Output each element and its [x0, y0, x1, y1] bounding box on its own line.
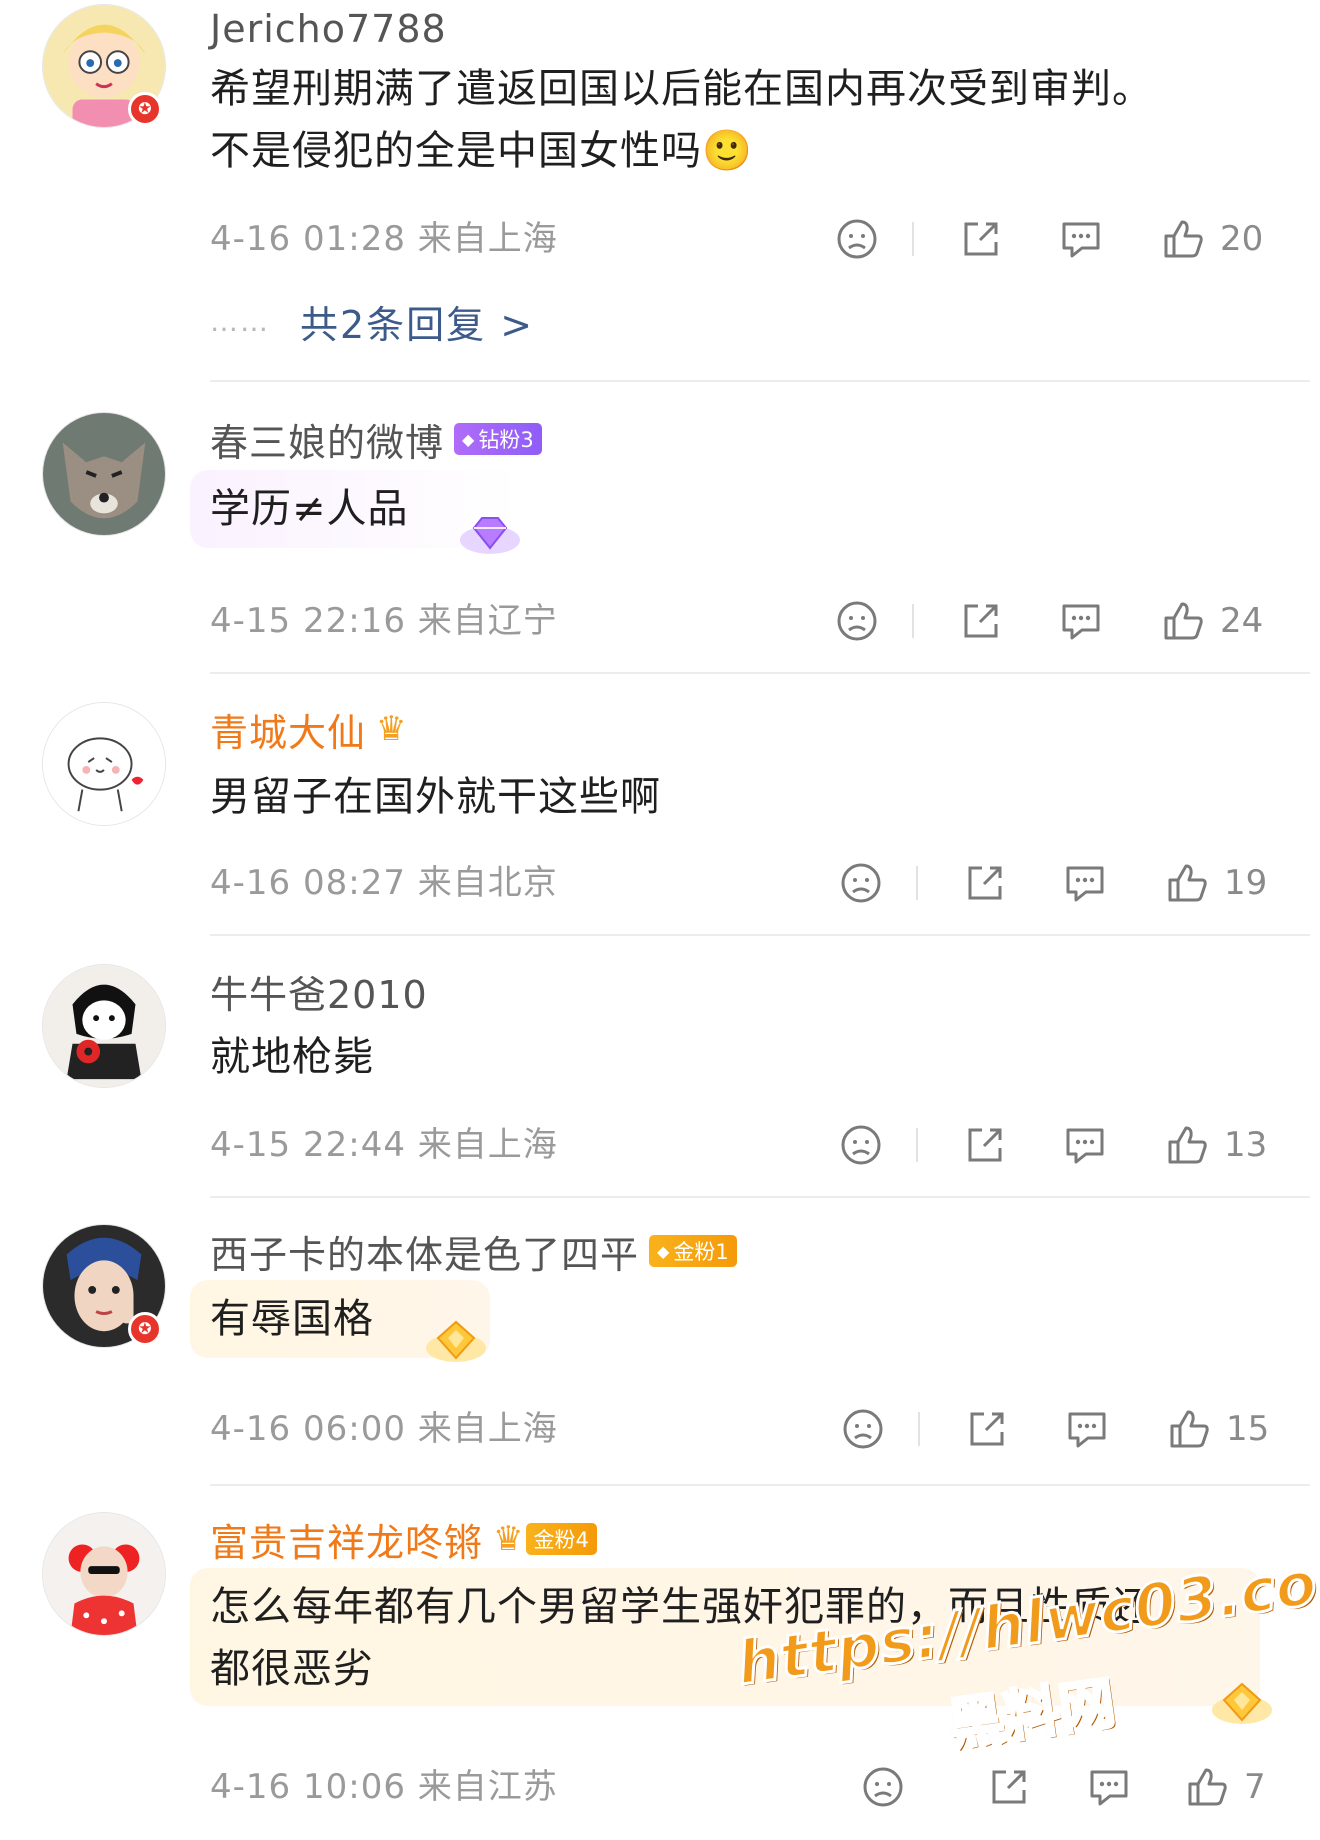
divider	[210, 934, 1310, 936]
dislike-icon[interactable]	[834, 216, 880, 262]
like-icon[interactable]	[1184, 1764, 1230, 1810]
like-count: 15	[1226, 1409, 1270, 1449]
avatar[interactable]	[42, 1512, 166, 1636]
comment-text-line: 不是侵犯的全是中国女性吗🙂	[210, 128, 753, 174]
avatar[interactable]	[42, 702, 166, 826]
avatar[interactable]	[42, 964, 166, 1088]
share-icon[interactable]	[962, 1122, 1008, 1168]
like-count: 20	[1220, 219, 1264, 259]
verified-badge-icon: ✪	[128, 92, 162, 126]
fan-badge: ◆ 钻粉3	[454, 423, 542, 455]
divider	[912, 222, 914, 256]
username[interactable]: 牛牛爸2010	[210, 964, 428, 1019]
diamond-decoration-icon	[460, 517, 520, 554]
comment-meta: 4-15 22:16 来自辽宁	[210, 601, 558, 641]
dislike-icon[interactable]	[838, 860, 884, 906]
replies-dots: ……	[210, 304, 270, 338]
dislike-icon[interactable]	[840, 1406, 886, 1452]
fan-badge-label: 金粉4	[533, 1528, 589, 1552]
divider	[912, 604, 914, 638]
reply-icon[interactable]	[1058, 598, 1104, 644]
diamond-icon: ◆	[462, 429, 475, 449]
fan-badge-label: 钻粉3	[478, 428, 534, 452]
like-count: 19	[1224, 863, 1268, 903]
reply-icon[interactable]	[1058, 216, 1104, 262]
username[interactable]: 春三娘的微博	[210, 412, 444, 467]
comment-meta: 4-15 22:44 来自上海	[210, 1125, 558, 1165]
reply-icon[interactable]	[1062, 860, 1108, 906]
avatar[interactable]	[42, 412, 166, 536]
like-icon[interactable]	[1160, 598, 1206, 644]
share-icon[interactable]	[964, 1406, 1010, 1452]
like-icon[interactable]	[1160, 216, 1206, 262]
reply-icon[interactable]	[1064, 1406, 1110, 1452]
dislike-icon[interactable]	[834, 598, 880, 644]
like-count: 7	[1244, 1767, 1266, 1807]
fan-badge: 金粉4	[525, 1523, 597, 1555]
gold-diamond-icon: ◆	[657, 1241, 670, 1261]
divider	[210, 1484, 1310, 1486]
like-icon[interactable]	[1166, 1406, 1212, 1452]
dislike-icon[interactable]	[838, 1122, 884, 1168]
comment-meta: 4-16 06:00 来自上海	[210, 1409, 558, 1449]
comment-meta: 4-16 01:28 来自上海	[210, 219, 558, 259]
share-icon[interactable]	[962, 860, 1008, 906]
like-count: 24	[1220, 601, 1264, 641]
username[interactable]: 西子卡的本体是色了四平	[210, 1224, 639, 1279]
share-icon[interactable]	[958, 216, 1004, 262]
like-count: 13	[1224, 1125, 1268, 1165]
verified-badge-icon: ✪	[128, 1312, 162, 1346]
share-icon[interactable]	[958, 598, 1004, 644]
like-icon[interactable]	[1164, 860, 1210, 906]
comment-text-line: 男留子在国外就干这些啊	[210, 774, 661, 820]
comment-meta: 4-16 08:27 来自北京	[210, 863, 558, 903]
view-replies-link[interactable]: 共2条回复 >	[300, 294, 534, 349]
username[interactable]: 青城大仙	[210, 702, 366, 757]
username[interactable]: Jericho7788	[210, 7, 447, 51]
watermark-name: 黑料网	[942, 1669, 1120, 1760]
comment-meta: 4-16 10:06 来自江苏	[210, 1767, 558, 1807]
like-icon[interactable]	[1164, 1122, 1210, 1168]
replies-row[interactable]: …… 共2条回复 >	[210, 294, 534, 349]
share-icon[interactable]	[986, 1764, 1032, 1810]
crown-icon: ♛	[376, 709, 407, 749]
divider	[916, 1128, 918, 1162]
divider	[210, 380, 1310, 382]
divider	[916, 866, 918, 900]
fan-badge-label: 金粉1	[673, 1240, 729, 1264]
reply-icon[interactable]	[1062, 1122, 1108, 1168]
username[interactable]: 富贵吉祥龙咚锵	[210, 1512, 483, 1567]
comment-text-line: 学历≠人品	[210, 486, 409, 532]
reply-icon[interactable]	[1086, 1764, 1132, 1810]
crown-icon: ♛	[493, 1519, 524, 1559]
divider	[918, 1412, 920, 1446]
comment-text-line: 就地枪毙	[210, 1034, 374, 1080]
divider	[210, 1196, 1310, 1198]
comment-text-line: 希望刑期满了遣返回国以后能在国内再次受到审判。	[210, 66, 1153, 112]
divider	[210, 672, 1310, 674]
fan-badge: ◆ 金粉1	[649, 1235, 737, 1267]
gold-diamond-decoration-icon	[426, 1320, 486, 1362]
comment-text-line: 有辱国格	[210, 1296, 374, 1342]
